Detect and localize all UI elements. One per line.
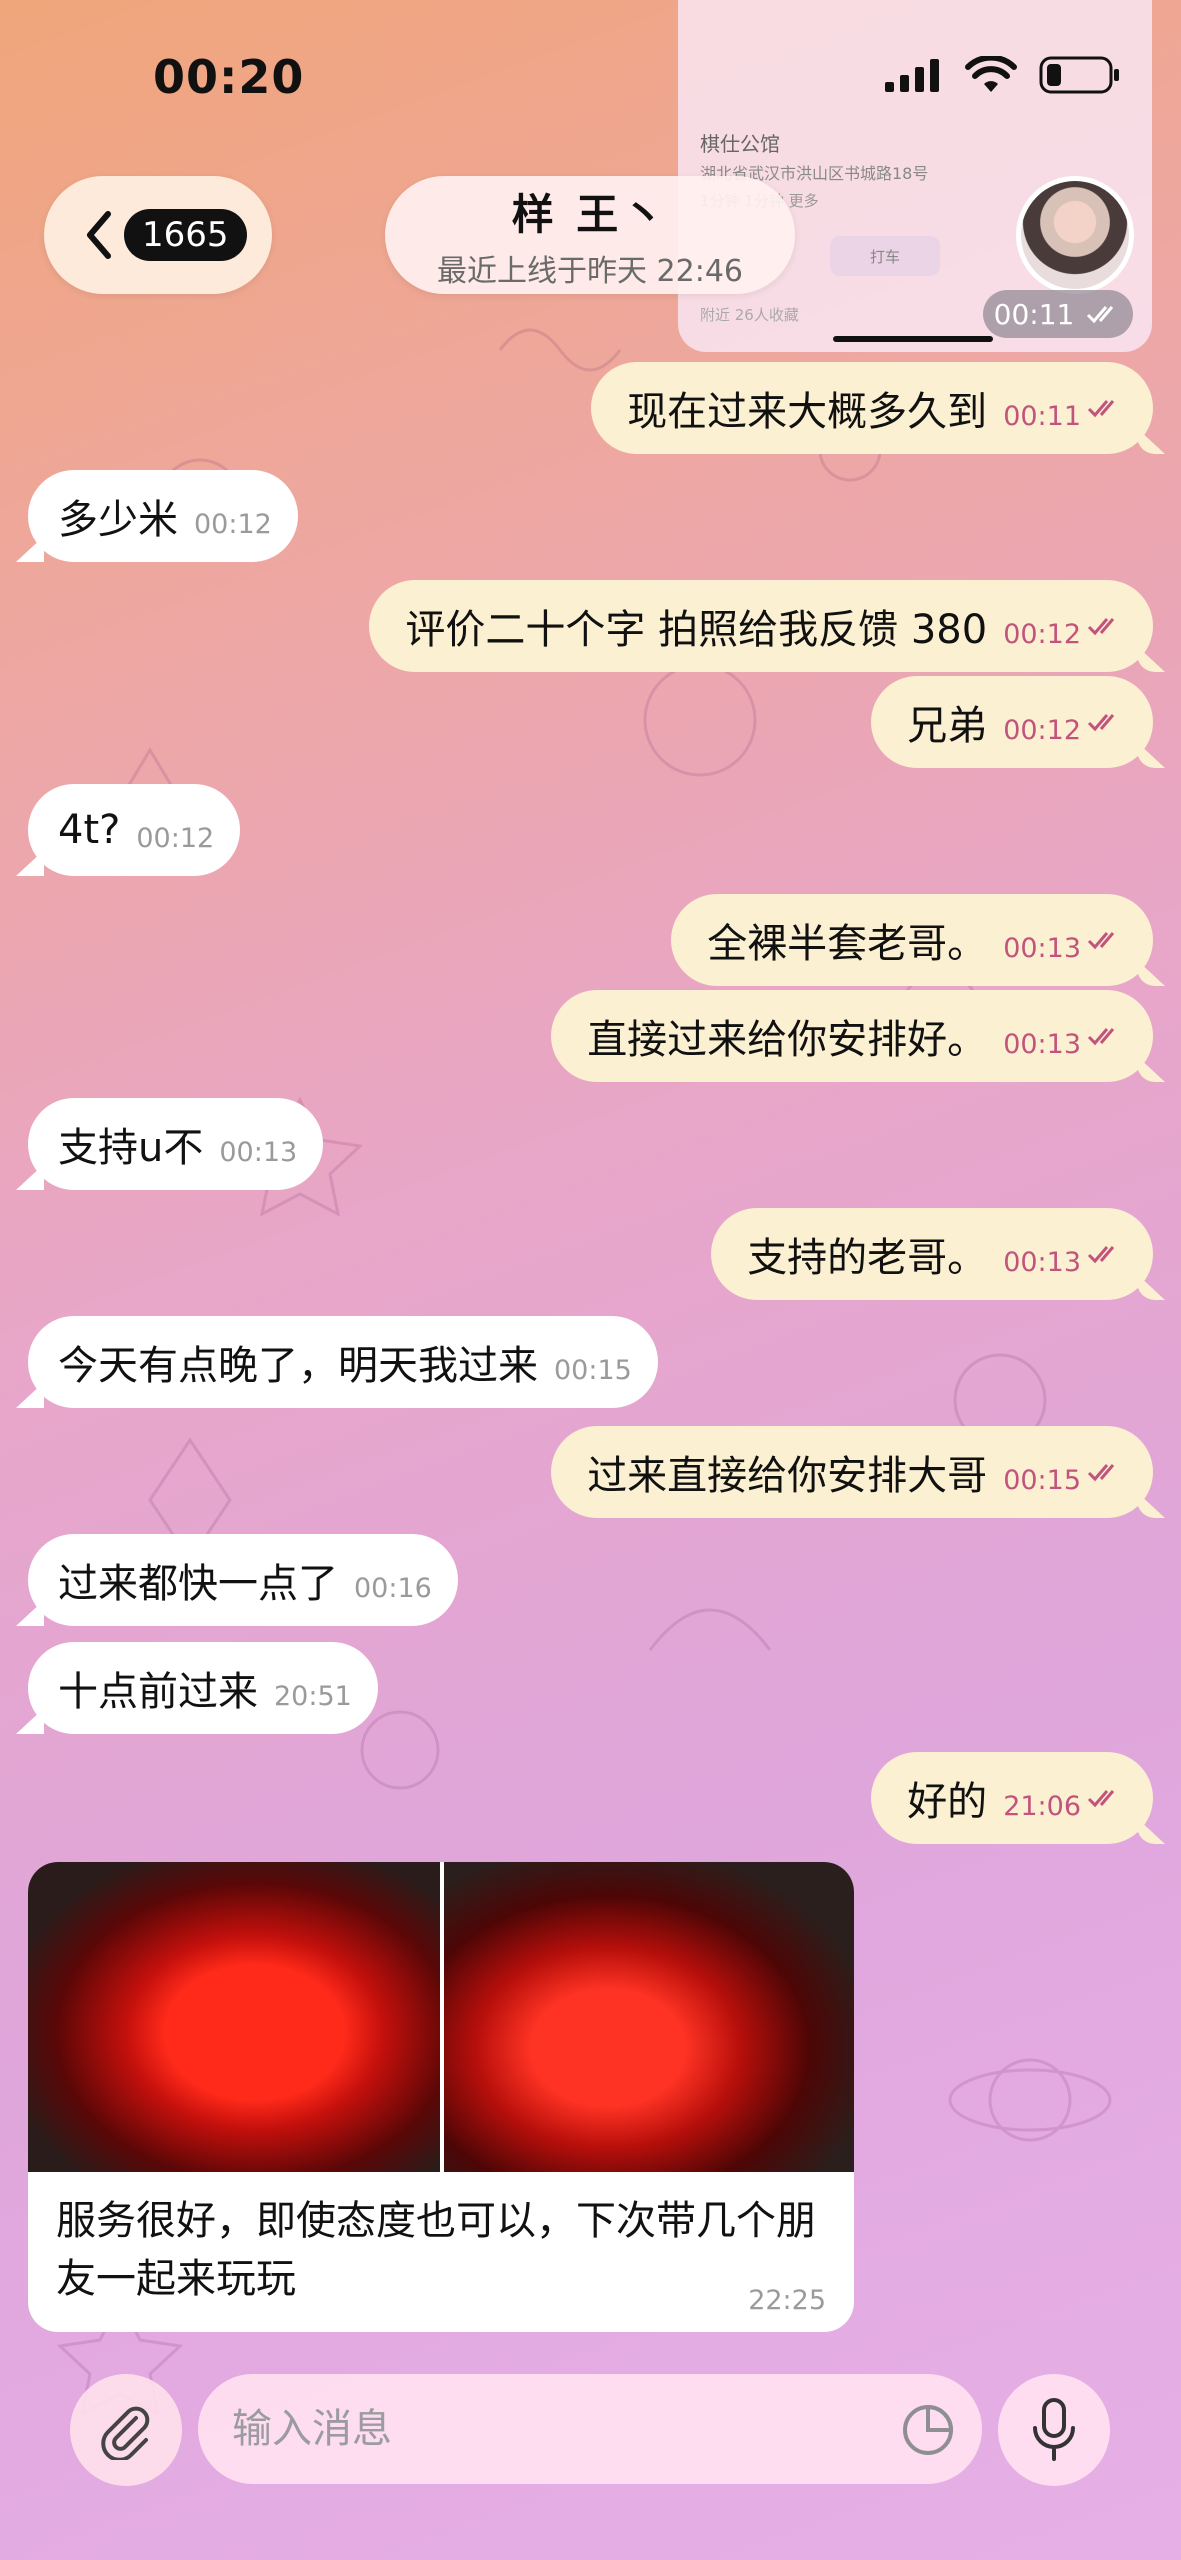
avatar[interactable] — [1016, 176, 1134, 294]
read-checks-icon — [1087, 714, 1115, 732]
read-checks-icon — [1087, 1790, 1115, 1808]
message-incoming-photo[interactable]: 服务很好，即使态度也可以，下次带几个朋友一起来玩玩 22:25 — [28, 1862, 854, 2332]
message-outgoing[interactable]: 好的 21:06 — [871, 1752, 1153, 1844]
read-checks-icon — [1087, 618, 1115, 636]
message-incoming[interactable]: 十点前过来 20:51 — [28, 1642, 378, 1734]
message-incoming[interactable]: 今天有点晚了，明天我过来 00:15 — [28, 1316, 658, 1408]
back-button[interactable]: 1665 — [44, 176, 272, 294]
chat-title[interactable]: 样 王丶 最近上线于昨天 22:46 — [385, 176, 795, 294]
message-incoming[interactable]: 支持u不 00:13 — [28, 1098, 324, 1190]
message-time: 22:25 — [748, 2285, 826, 2316]
unread-count-badge: 1665 — [124, 209, 247, 261]
photo-caption: 服务很好，即使态度也可以，下次带几个朋友一起来玩玩 — [56, 2198, 816, 2302]
message-input[interactable] — [232, 2406, 852, 2452]
message-outgoing[interactable]: 全裸半套老哥。 00:13 — [671, 894, 1153, 986]
read-checks-icon — [1087, 306, 1114, 324]
status-icons — [883, 56, 1121, 94]
read-checks-icon — [1087, 1028, 1115, 1046]
microphone-icon — [1033, 2398, 1075, 2461]
home-indicator — [833, 336, 993, 342]
message-outgoing[interactable]: 支持的老哥。 00:13 — [711, 1208, 1153, 1300]
read-checks-icon — [1087, 1246, 1115, 1264]
voice-record-button[interactable] — [998, 2374, 1110, 2486]
message-incoming[interactable]: 多少米 00:12 — [28, 470, 298, 562]
message-outgoing[interactable]: 评价二十个字 拍照给我反馈 380 00:12 — [369, 580, 1153, 672]
message-outgoing[interactable]: 过来直接给你安排大哥 00:15 — [551, 1426, 1153, 1518]
battery-icon — [1039, 56, 1119, 94]
map-place-title: 棋仕公馆 — [700, 132, 780, 156]
status-time: 00:20 — [153, 50, 305, 104]
map-footer: 附近 26人收藏 — [700, 306, 799, 324]
pinned-message-time: 00:11 — [983, 290, 1133, 338]
contact-name: 样 王丶 — [511, 189, 669, 239]
attach-button[interactable] — [70, 2374, 182, 2486]
chevron-left-icon — [87, 211, 111, 259]
message-input-field[interactable] — [198, 2374, 982, 2484]
map-taxi-button[interactable]: 打车 — [830, 236, 940, 276]
wifi-icon — [965, 56, 1017, 92]
sticker-icon[interactable] — [900, 2402, 956, 2458]
message-outgoing[interactable]: 直接过来给你安排好。 00:13 — [551, 990, 1153, 1082]
read-checks-icon — [1087, 400, 1115, 418]
message-outgoing[interactable]: 兄弟 00:12 — [871, 676, 1153, 768]
message-outgoing[interactable]: 现在过来大概多久到 00:11 — [591, 362, 1153, 454]
message-incoming[interactable]: 4t? 00:12 — [28, 784, 241, 876]
last-seen-status: 最近上线于昨天 22:46 — [437, 253, 743, 289]
read-checks-icon — [1087, 932, 1115, 950]
message-incoming[interactable]: 过来都快一点了 00:16 — [28, 1534, 458, 1626]
read-checks-icon — [1087, 1464, 1115, 1482]
paperclip-icon — [101, 2406, 150, 2460]
photo-thumbnail[interactable] — [28, 1862, 440, 2172]
signal-icon — [885, 59, 939, 92]
photo-thumbnail[interactable] — [444, 1862, 854, 2172]
